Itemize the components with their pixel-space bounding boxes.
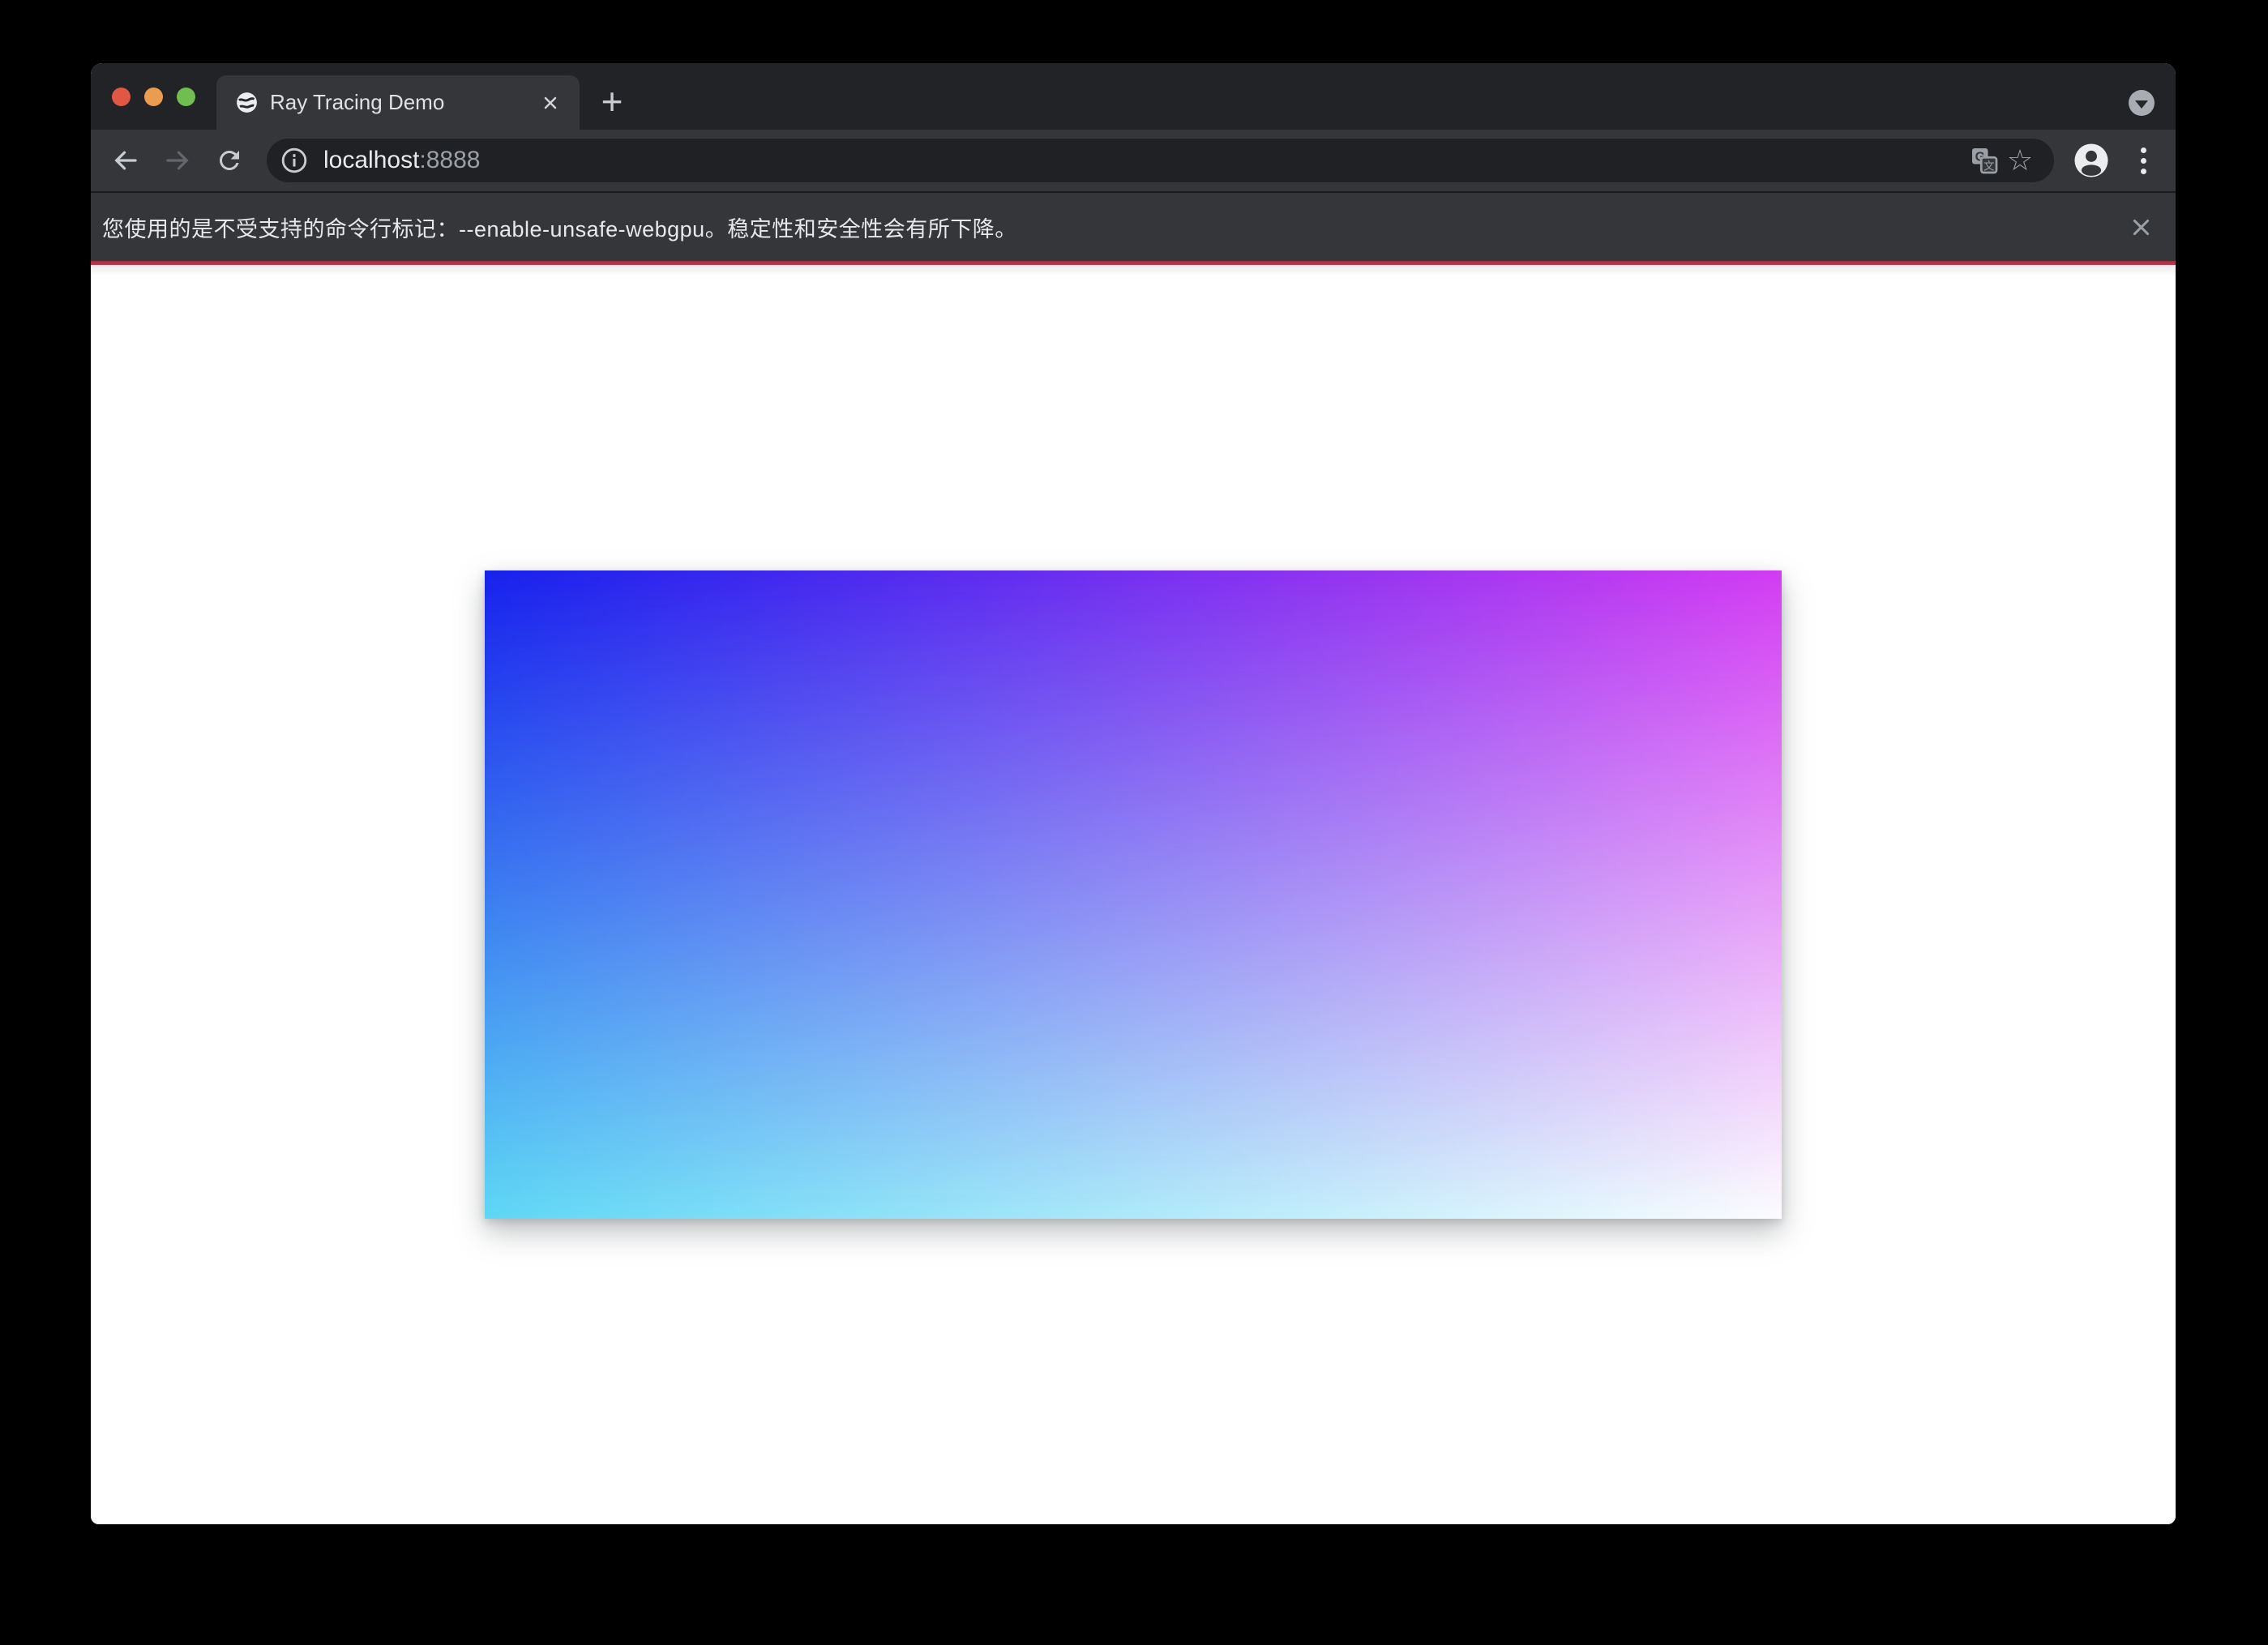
browser-window: Ray Tracing Demo + — [91, 63, 2176, 1524]
svg-text:文: 文 — [1983, 160, 1995, 172]
tab-close-icon[interactable] — [534, 87, 567, 119]
translate-icon[interactable]: G 文 — [1966, 143, 2002, 178]
browser-menu-icon[interactable] — [2127, 138, 2159, 183]
traffic-lights — [112, 88, 195, 106]
chevron-down-icon — [2135, 100, 2148, 109]
tab-search-button[interactable] — [2129, 90, 2155, 116]
tab-strip: Ray Tracing Demo + — [91, 63, 2176, 130]
webgpu-canvas — [485, 570, 1782, 1219]
close-window-button[interactable] — [112, 88, 131, 106]
site-info-icon[interactable] — [280, 146, 309, 175]
profile-avatar-icon[interactable] — [2073, 143, 2109, 178]
back-button[interactable] — [103, 138, 148, 183]
url-host: localhost — [323, 147, 419, 173]
forward-button[interactable] — [155, 138, 200, 183]
url-text: localhost:8888 — [323, 147, 480, 174]
zoom-window-button[interactable] — [177, 88, 195, 106]
tab-ray-tracing-demo[interactable]: Ray Tracing Demo — [216, 75, 580, 130]
canvas-gradient-top-layer — [485, 570, 1782, 1219]
infobar-close-icon[interactable] — [2120, 207, 2161, 247]
url-address-bar[interactable]: localhost:8888 G 文 ☆ — [267, 139, 2054, 182]
minimize-window-button[interactable] — [144, 88, 163, 106]
reload-button[interactable] — [207, 138, 252, 183]
browser-toolbar: localhost:8888 G 文 ☆ — [91, 130, 2176, 191]
url-port: :8888 — [419, 147, 480, 173]
infobar-message: 您使用的是不受支持的命令行标记：--enable-unsafe-webgpu。稳… — [102, 212, 1017, 243]
new-tab-button[interactable]: + — [591, 80, 633, 122]
bookmark-star-icon[interactable]: ☆ — [2002, 143, 2038, 178]
page-content — [91, 265, 2176, 1524]
unsafe-flag-infobar: 您使用的是不受支持的命令行标记：--enable-unsafe-webgpu。稳… — [91, 193, 2176, 261]
globe-favicon-icon — [236, 92, 258, 113]
tab-title: Ray Tracing Demo — [270, 90, 534, 115]
